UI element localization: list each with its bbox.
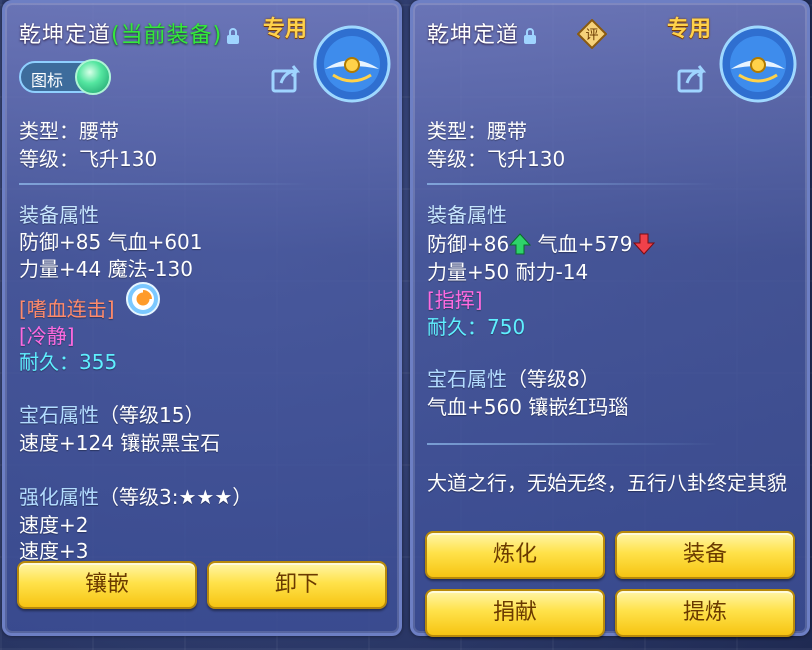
item-description: 大道之行，无始无终，五行八卦终定其貌 [427, 471, 787, 495]
durability-value: 750 [487, 315, 526, 339]
appraise-glyph: 评 [585, 28, 598, 43]
type-row: 类型：腰带 [19, 115, 119, 144]
durability-value: 355 [79, 350, 118, 374]
gem-line: 气血+560 镶嵌红玛瑙 [427, 395, 629, 419]
equipped-status: (当前装备) [111, 23, 223, 48]
inventory-item-tooltip: 乾坤定道 评 专用 类型：腰带 等级：飞升130 装备属性 防御+86 气血+5… [410, 0, 810, 637]
skill-name: [嗜血连击] [19, 297, 115, 321]
item-name: 乾坤定道 [427, 23, 520, 48]
durability-label: 耐久： [19, 350, 79, 374]
item-title: 乾坤定道 [427, 17, 537, 49]
inlay-button[interactable]: 镶嵌 [17, 561, 197, 609]
belt-item-icon[interactable] [719, 25, 797, 103]
type-label: 类型： [19, 119, 79, 143]
enhance-line-1: 速度+2 [19, 513, 89, 537]
special-tag: 专用 [667, 17, 712, 42]
type-row: 类型：腰带 [427, 115, 527, 144]
special-tag: 专用 [263, 17, 308, 42]
belt-item-icon[interactable] [313, 25, 391, 103]
gem-row: 宝石属性（等级8） [427, 363, 600, 392]
increase-arrow-icon [509, 233, 532, 255]
level-label: 等级： [19, 147, 79, 171]
lock-icon [524, 28, 537, 44]
skill-icon[interactable] [125, 281, 161, 317]
divider [19, 183, 309, 185]
attr-hp: 气血+579 [537, 232, 633, 256]
type-value: 腰带 [79, 119, 119, 143]
lock-icon [227, 28, 240, 44]
level-row: 等级：飞升130 [19, 143, 157, 172]
enhance-heading: 强化属性 [19, 485, 99, 509]
durability-row: 耐久：355 [19, 346, 117, 375]
icon-toggle-label: 图标 [31, 71, 64, 90]
effect-name: [指挥] [427, 288, 483, 312]
enhance-row: 强化属性（等级3:★★★） [19, 481, 252, 510]
attr-defense: 防御+86 [427, 232, 510, 256]
gem-level: （等级8） [507, 367, 600, 391]
gem-heading: 宝石属性 [427, 367, 507, 391]
appraise-icon[interactable]: 评 [577, 19, 607, 49]
enhance-level: （等级3:★★★） [99, 485, 253, 509]
item-title: 乾坤定道(当前装备) [19, 17, 240, 49]
attr-line-1: 防御+86 气血+579 [427, 228, 655, 257]
level-value: 飞升130 [487, 147, 566, 171]
decrease-arrow-icon [632, 233, 655, 255]
level-value: 飞升130 [79, 147, 158, 171]
equipped-item-tooltip: 乾坤定道(当前装备) 专用 图标 类型：腰带 等级：飞升130 装备属性 防御+… [2, 0, 402, 636]
equip-attr-heading: 装备属性 [427, 203, 507, 227]
divider [427, 443, 717, 445]
attr-line-2: 力量+50 耐力-14 [427, 260, 589, 284]
share-icon[interactable] [271, 63, 303, 93]
effect-name: [冷静] [19, 324, 75, 348]
type-value: 腰带 [487, 119, 527, 143]
refine-button[interactable]: 炼化 [425, 531, 605, 579]
durability-row: 耐久：750 [427, 311, 525, 340]
share-icon[interactable] [677, 63, 709, 93]
level-row: 等级：飞升130 [427, 143, 565, 172]
enhance-line-2: 速度+3 [19, 539, 89, 563]
item-name: 乾坤定道 [19, 23, 112, 48]
toggle-knob [75, 59, 111, 95]
type-label: 类型： [427, 119, 487, 143]
extract-button[interactable]: 提炼 [615, 589, 795, 637]
gem-level: （等级15） [99, 403, 205, 427]
gem-row: 宝石属性（等级15） [19, 399, 204, 428]
durability-label: 耐久： [427, 315, 487, 339]
icon-toggle[interactable]: 图标 [19, 59, 111, 95]
gem-line: 速度+124 镶嵌黑宝石 [19, 431, 221, 455]
equip-button[interactable]: 装备 [615, 531, 795, 579]
unequip-button[interactable]: 卸下 [207, 561, 387, 609]
divider [427, 183, 717, 185]
attr-line-1: 防御+85 气血+601 [19, 230, 203, 254]
donate-button[interactable]: 捐献 [425, 589, 605, 637]
attr-line-2: 力量+44 魔法-130 [19, 257, 193, 281]
gem-heading: 宝石属性 [19, 403, 99, 427]
equip-attr-heading: 装备属性 [19, 203, 99, 227]
level-label: 等级： [427, 147, 487, 171]
